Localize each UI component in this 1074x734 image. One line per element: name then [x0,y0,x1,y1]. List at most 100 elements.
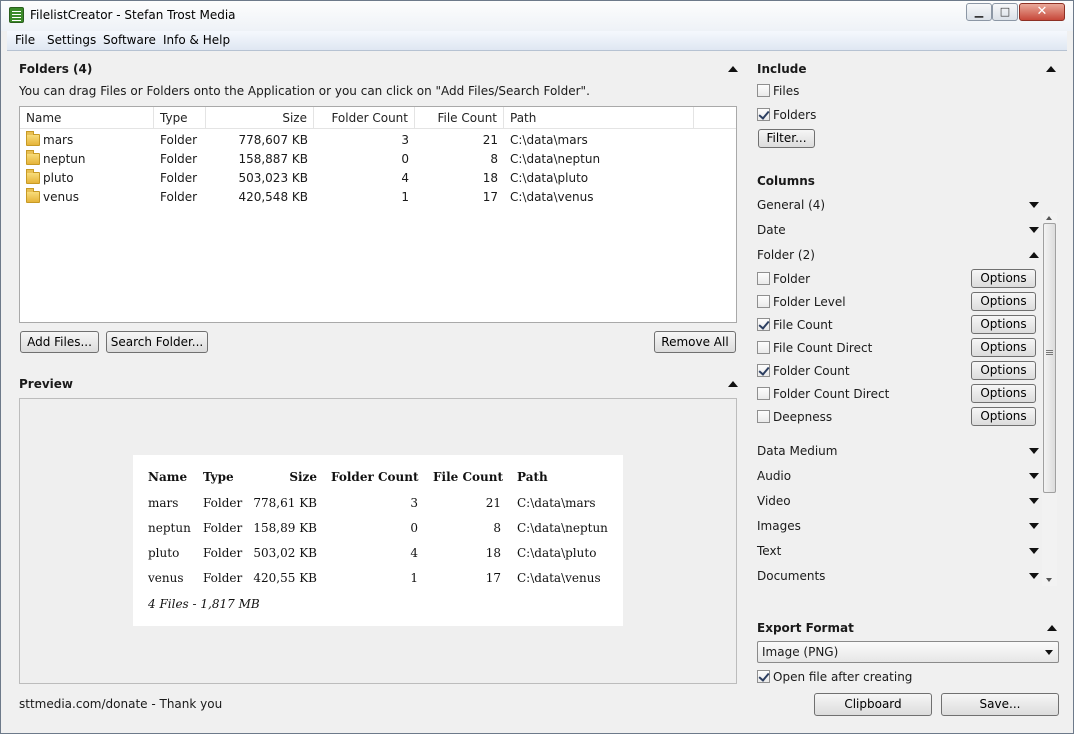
menu-file[interactable]: File [15,33,35,47]
window-title: FilelistCreator - Stefan Trost Media [30,8,236,22]
scrollbar-thumb[interactable] [1043,223,1056,493]
collapse-folder-icon[interactable] [1029,252,1039,258]
column-folder-count-direct-checkbox[interactable] [757,387,770,400]
preview-cell-size: 503,02 KB [253,546,317,560]
add-files-button[interactable]: Add Files... [20,331,99,353]
column-deepness-options-button[interactable]: Options [971,407,1036,426]
preview-cell-name: venus [148,571,184,585]
expand-documents-icon[interactable] [1029,573,1039,579]
expand-data-medium-icon[interactable] [1029,448,1039,454]
column-file-count-options-button[interactable]: Options [971,315,1036,334]
column-group-folder[interactable]: Folder (2) [757,248,815,262]
cell-folder-count: 4 [401,171,409,185]
minimize-button[interactable]: ▁ [966,3,992,21]
title-bar[interactable]: FilelistCreator - Stefan Trost Media ▁ □… [1,1,1073,31]
column-folder-level-options-button[interactable]: Options [971,292,1036,311]
expand-images-icon[interactable] [1029,523,1039,529]
column-folder-options-button[interactable]: Options [971,269,1036,288]
table-row[interactable]: mars Folder 778,607 KB 3 21 C:\data\mars [20,131,736,150]
column-header-type[interactable]: Type [154,107,206,129]
app-window: FilelistCreator - Stefan Trost Media ▁ □… [0,0,1074,734]
menu-software[interactable]: Software [103,33,156,47]
cell-file-count: 17 [482,190,498,204]
open-after-creating-checkbox[interactable] [757,670,770,683]
collapse-include-icon[interactable] [1046,66,1056,72]
scroll-down-icon[interactable] [1046,578,1052,582]
column-file-count-checkbox[interactable] [757,318,770,331]
preview-cell-path: C:\data\mars [517,496,596,510]
search-folder-button[interactable]: Search Folder... [106,331,208,353]
include-files-label: Files [773,84,800,98]
preview-cell-path: C:\data\pluto [517,546,597,560]
column-folder-count-direct-options-button[interactable]: Options [971,384,1036,403]
save-button[interactable]: Save... [941,693,1059,716]
preview-cell-folder-count: 1 [410,571,418,585]
expand-date-icon[interactable] [1029,227,1039,233]
cell-name: mars [43,133,74,147]
column-header-name[interactable]: Name [20,107,154,129]
preview-header-file-count: File Count [433,470,503,484]
minimize-icon: ▁ [974,5,984,18]
clipboard-button[interactable]: Clipboard [814,693,932,716]
column-group-general[interactable]: General (4) [757,198,825,212]
include-files-checkbox[interactable] [757,84,770,97]
preview-section-title: Preview [19,377,74,391]
preview-cell-path: C:\data\venus [517,571,601,585]
menu-bar: File Settings Software Info & Help [7,31,1067,51]
column-group-text[interactable]: Text [757,544,781,558]
menu-settings[interactable]: Settings [47,33,96,47]
cell-type: Folder [160,171,198,185]
include-folders-checkbox[interactable] [757,108,770,121]
cell-size: 420,548 KB [238,190,308,204]
cell-file-count: 8 [490,152,498,166]
column-header-size[interactable]: Size [206,107,314,129]
collapse-folders-icon[interactable] [728,66,738,72]
export-format-select[interactable]: Image (PNG) [757,641,1059,663]
collapse-preview-icon[interactable] [728,381,738,387]
expand-audio-icon[interactable] [1029,473,1039,479]
column-header-folder-count[interactable]: Folder Count [314,107,415,129]
scroll-up-icon[interactable] [1046,216,1052,220]
column-folder-checkbox[interactable] [757,272,770,285]
maximize-button[interactable]: □ [992,3,1018,21]
column-group-date[interactable]: Date [757,223,786,237]
menu-info-help[interactable]: Info & Help [163,33,230,47]
expand-text-icon[interactable] [1029,548,1039,554]
folders-section-title: Folders (4) [19,62,93,76]
expand-general-icon[interactable] [1029,202,1039,208]
column-header-file-count[interactable]: File Count [415,107,504,129]
column-folder-label: Folder [773,272,811,286]
cell-size: 503,023 KB [238,171,308,185]
column-folder-level-checkbox[interactable] [757,295,770,308]
preview-summary: 4 Files - 1,817 MB [148,597,260,611]
close-button[interactable]: ✕ [1019,3,1065,21]
table-row[interactable]: venus Folder 420,548 KB 1 17 C:\data\ven… [20,188,736,207]
table-row[interactable]: neptun Folder 158,887 KB 0 8 C:\data\nep… [20,150,736,169]
column-header-path[interactable]: Path [504,107,694,129]
remove-all-button[interactable]: Remove All [654,331,736,353]
column-folder-level-label: Folder Level [773,295,846,309]
column-file-count-direct-label: File Count Direct [773,341,873,355]
cell-name: venus [43,190,79,204]
collapse-export-icon[interactable] [1047,625,1057,631]
column-file-count-direct-checkbox[interactable] [757,341,770,354]
scrollbar-grip-icon [1046,350,1053,351]
preview-cell-folder-count: 3 [410,496,418,510]
column-folder-count-checkbox[interactable] [757,364,770,377]
column-group-data-medium[interactable]: Data Medium [757,444,837,458]
preview-cell-size: 420,55 KB [253,571,317,585]
column-deepness-checkbox[interactable] [757,410,770,423]
export-format-value: Image (PNG) [762,645,839,659]
column-group-video[interactable]: Video [757,494,791,508]
column-group-images[interactable]: Images [757,519,801,533]
filter-button[interactable]: Filter... [758,129,815,148]
expand-video-icon[interactable] [1029,498,1039,504]
cell-type: Folder [160,190,198,204]
column-file-count-direct-options-button[interactable]: Options [971,338,1036,357]
column-group-documents[interactable]: Documents [757,569,825,583]
column-folder-count-options-button[interactable]: Options [971,361,1036,380]
column-group-audio[interactable]: Audio [757,469,791,483]
folders-list[interactable]: Name Type Size Folder Count File Count P… [19,106,737,323]
preview-header-path: Path [517,470,548,484]
table-row[interactable]: pluto Folder 503,023 KB 4 18 C:\data\plu… [20,169,736,188]
